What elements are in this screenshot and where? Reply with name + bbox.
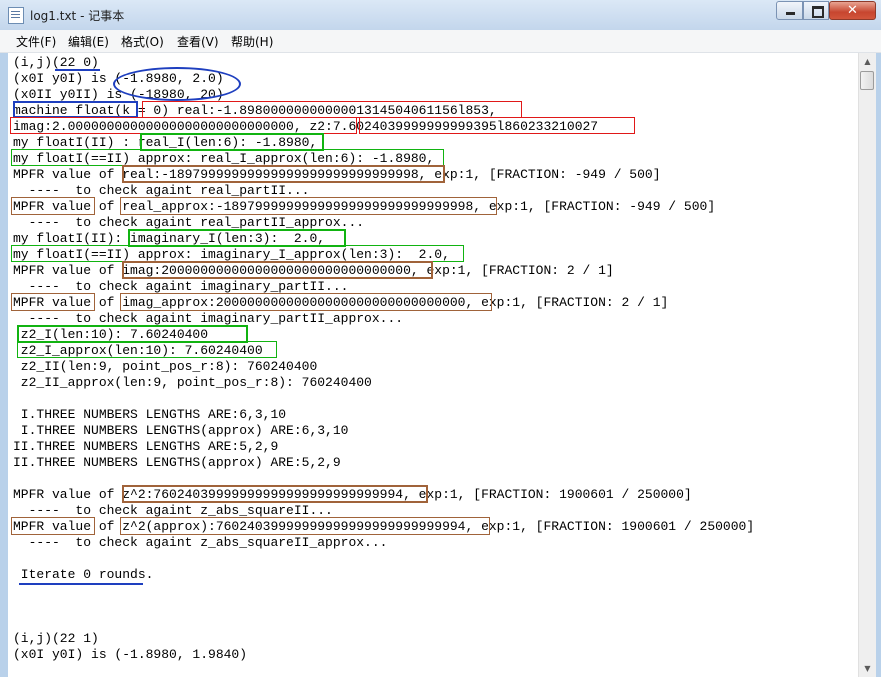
brown-box-mark	[11, 517, 95, 535]
text-line: (x0I y0I) is (-1.8980, 1.9840)	[13, 647, 248, 662]
blue-underline-mark	[19, 583, 143, 585]
menu-help[interactable]: 帮助(H)	[231, 33, 273, 50]
brown-box-mark	[122, 261, 433, 279]
text-line: ---- to check againt z_abs_squareII_appr…	[13, 535, 388, 550]
scroll-thumb[interactable]	[860, 71, 874, 90]
notepad-window: log1.txt - 记事本 ✕ 文件(F) 编辑(E) 格式(O) 查看(V)…	[0, 0, 881, 677]
menu-file[interactable]: 文件(F)	[16, 33, 56, 50]
notepad-icon	[8, 7, 24, 24]
text-editor-area[interactable]: (i,j)(22 0) (x0I y0I) is (-1.8980, 2.0) (x…	[8, 53, 858, 677]
brown-box-mark	[120, 517, 490, 535]
window-left-border	[0, 53, 8, 677]
close-button[interactable]: ✕	[829, 1, 876, 20]
menu-bar: 文件(F) 编辑(E) 格式(O) 查看(V) 帮助(H)	[0, 30, 881, 53]
vertical-scrollbar[interactable]: ▲ ▼	[858, 53, 876, 677]
menu-view[interactable]: 查看(V)	[177, 33, 219, 50]
red-box-mark	[10, 117, 357, 134]
scroll-up-icon: ▲	[864, 57, 871, 66]
blue-underline-mark	[55, 69, 100, 71]
text-line: II.THREE NUMBERS LENGTHS ARE:5,2,9	[13, 439, 279, 454]
scroll-down-button[interactable]: ▼	[859, 660, 876, 677]
green-box-mark	[11, 149, 444, 166]
green-box-mark	[17, 341, 277, 358]
close-icon: ✕	[847, 3, 858, 18]
text-line: I.THREE NUMBERS LENGTHS(approx) ARE:6,3,…	[13, 423, 349, 438]
text-line: (i,j)(22 1)	[13, 631, 99, 646]
scroll-up-button[interactable]: ▲	[859, 53, 876, 70]
brown-box-mark	[122, 485, 428, 503]
maximize-button[interactable]	[803, 1, 829, 20]
blue-box-mark	[13, 101, 138, 118]
brown-box-mark	[120, 197, 497, 215]
minimize-icon	[786, 12, 795, 15]
text-line: I.THREE NUMBERS LENGTHS ARE:6,3,10	[13, 407, 287, 422]
blue-oval-mark	[113, 67, 241, 101]
text-line: z2_II_approx(len:9, point_pos_r:8): 7602…	[13, 375, 372, 390]
green-box-mark	[11, 245, 464, 262]
brown-box-mark	[122, 165, 445, 183]
title-bar[interactable]: log1.txt - 记事本 ✕	[0, 0, 881, 30]
text-line: Iterate 0 rounds.	[13, 567, 154, 582]
scroll-down-icon: ▼	[864, 664, 871, 673]
red-box-mark	[359, 117, 635, 134]
maximize-icon	[812, 6, 824, 18]
brown-box-mark	[120, 293, 492, 311]
minimize-button[interactable]	[776, 1, 803, 20]
text-line: z2_II(len:9, point_pos_r:8): 760240400	[13, 359, 318, 374]
brown-box-mark	[11, 197, 95, 215]
red-box-mark	[142, 101, 522, 118]
text-line: II.THREE NUMBERS LENGTHS(approx) ARE:5,2…	[13, 455, 341, 470]
brown-box-mark	[11, 293, 95, 311]
window-right-border	[876, 53, 881, 677]
menu-edit[interactable]: 编辑(E)	[68, 33, 109, 50]
menu-format[interactable]: 格式(O)	[121, 33, 164, 50]
window-title: log1.txt - 记事本	[30, 9, 125, 23]
